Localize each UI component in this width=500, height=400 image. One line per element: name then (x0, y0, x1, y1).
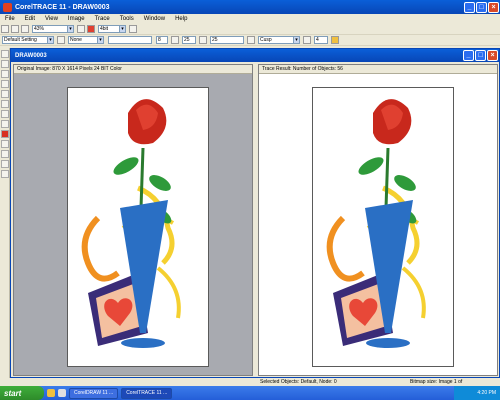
noise-field[interactable]: 8 (156, 36, 168, 44)
open-icon[interactable] (1, 25, 9, 33)
document-title: DRAW0003 (15, 52, 47, 59)
width-field[interactable]: 4 (314, 36, 328, 44)
preset-dropdown-icon[interactable]: ▾ (47, 36, 54, 44)
task-coreldraw[interactable]: CorelDRAW 11 ... (69, 387, 119, 399)
save-icon[interactable] (11, 25, 19, 33)
menu-view[interactable]: View (40, 16, 63, 22)
menu-edit[interactable]: Edit (20, 16, 40, 22)
document-title-bar: DRAW0003 _ □ × (11, 49, 499, 62)
standard-toolbar: 43% ▾ 4bit ▾ (0, 24, 500, 35)
node-type-field[interactable]: Cusp (258, 36, 294, 44)
fill-icon[interactable] (1, 140, 9, 148)
smooth-field[interactable] (108, 36, 152, 44)
system-tray-clock: 4:20 PM (454, 386, 500, 400)
original-pane-header: Original Image: 870 X 1614 Pixels 24 BIT… (14, 65, 252, 74)
settings-icon[interactable] (57, 36, 65, 44)
color-depth-field[interactable]: 4bit (98, 25, 120, 33)
app-icon (3, 2, 12, 12)
trace-settings-toolbar: Default Setting ▾ None ▾ 8 25 25 Cusp ▾ … (0, 35, 500, 46)
preset-field[interactable]: Default Setting (2, 36, 48, 44)
doc-close-button[interactable]: × (487, 50, 498, 61)
pick-tool-icon[interactable] (1, 50, 9, 58)
pan-tool-icon[interactable] (1, 80, 9, 88)
color-icon[interactable] (87, 25, 95, 33)
accuracy-icon[interactable] (171, 36, 179, 44)
apply-icon[interactable] (331, 36, 339, 44)
close-button[interactable]: × (488, 1, 499, 13)
node-type-dropdown-icon[interactable]: ▾ (293, 36, 300, 44)
accuracy-field[interactable]: 25 (182, 36, 196, 44)
zoom-field[interactable]: 43% (32, 25, 68, 33)
menu-trace[interactable]: Trace (90, 16, 115, 22)
status-info: Bitmap size: Image 1 of (410, 379, 463, 385)
curve-field[interactable]: None (68, 36, 98, 44)
original-image-canvas[interactable] (67, 87, 209, 367)
zoom-tool-icon[interactable] (1, 70, 9, 78)
curve-dropdown-icon[interactable]: ▾ (97, 36, 104, 44)
traced-rose-artwork (326, 99, 426, 348)
taskbar: start CorelDRAW 11 ... CorelTRACE 11 ...… (0, 386, 500, 400)
zoom-out-icon[interactable] (1, 170, 9, 178)
width-icon[interactable] (303, 36, 311, 44)
document-window: DRAW0003 _ □ × Original Image: 870 X 161… (10, 48, 500, 378)
trace-result-pane[interactable]: Trace Result: Number of Objects: 56 (258, 64, 498, 376)
title-bar: CorelTRACE 11 - DRAW0003 _ □ × (0, 0, 500, 14)
line-icon[interactable] (1, 150, 9, 158)
original-image-pane[interactable]: Original Image: 870 X 1614 Pixels 24 BIT… (13, 64, 253, 376)
trace-result-canvas[interactable] (312, 87, 454, 367)
minimize-button[interactable]: _ (464, 1, 475, 13)
color-depth-dropdown-icon[interactable]: ▾ (119, 25, 126, 33)
start-button[interactable]: start (0, 386, 44, 400)
task-coreltrace[interactable]: CorelTRACE 11 ... (121, 387, 173, 399)
menu-tools[interactable]: Tools (115, 16, 139, 22)
trace-pane-header: Trace Result: Number of Objects: 56 (259, 65, 497, 74)
smooth-value-field[interactable]: 25 (210, 36, 244, 44)
zoom-dropdown-icon[interactable]: ▾ (67, 25, 74, 33)
eyedropper-icon[interactable] (1, 90, 9, 98)
eraser-icon[interactable] (1, 100, 9, 108)
rose-artwork (81, 99, 181, 348)
quicklaunch-icon[interactable] (47, 389, 55, 397)
status-selection: Selected Objects: Default, Node: 0 (260, 379, 337, 385)
trace-icon[interactable] (129, 25, 137, 33)
node-icon[interactable] (247, 36, 255, 44)
menu-file[interactable]: File (0, 16, 20, 22)
print-icon[interactable] (21, 25, 29, 33)
smoothing-icon[interactable] (199, 36, 207, 44)
wand-icon[interactable] (1, 110, 9, 118)
brush-icon[interactable] (1, 120, 9, 128)
zoom-in-icon[interactable] (77, 25, 85, 33)
shape-tool-icon[interactable] (1, 60, 9, 68)
tool-strip (0, 48, 10, 378)
menu-image[interactable]: Image (63, 16, 90, 22)
menu-bar: File Edit View Image Trace Tools Window … (0, 14, 500, 24)
color-swatch-icon[interactable] (1, 130, 9, 138)
window-title: CorelTRACE 11 - DRAW0003 (15, 3, 110, 11)
maximize-button[interactable]: □ (476, 1, 487, 13)
doc-minimize-button[interactable]: _ (463, 50, 474, 61)
quicklaunch-icon-2[interactable] (58, 389, 66, 397)
menu-window[interactable]: Window (139, 16, 170, 22)
hand-icon[interactable] (1, 160, 9, 168)
doc-maximize-button[interactable]: □ (475, 50, 486, 61)
menu-help[interactable]: Help (170, 16, 192, 22)
status-bar: Selected Objects: Default, Node: 0 Bitma… (10, 378, 500, 386)
